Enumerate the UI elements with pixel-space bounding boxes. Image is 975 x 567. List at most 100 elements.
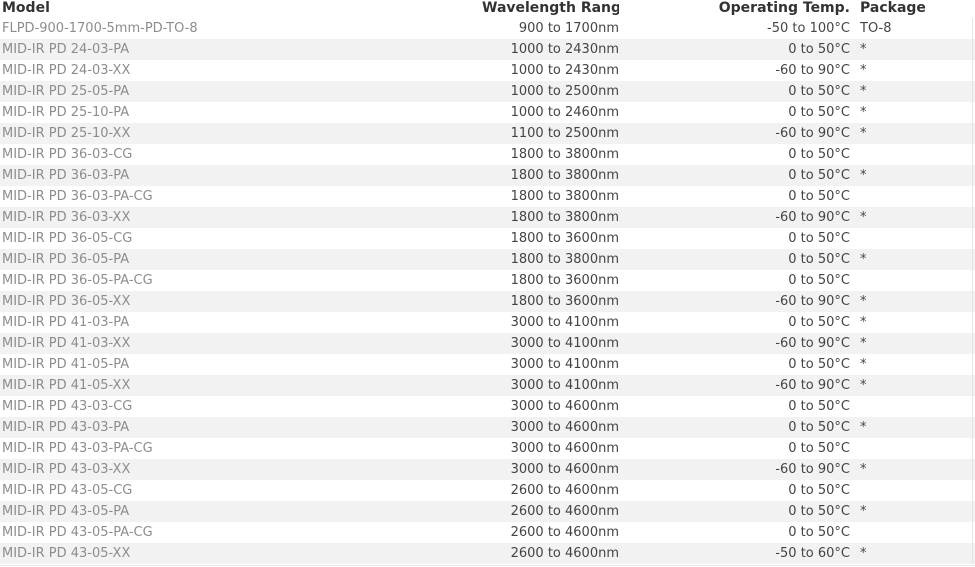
package-cell: * [850,417,975,438]
model-link[interactable]: MID-IR PD 36-05-PA-CG [0,270,482,291]
model-link[interactable]: MID-IR PD 36-03-PA-CG [0,186,482,207]
operating-temp-cell: -60 to 90°C [619,123,850,144]
table-row: MID-IR PD 36-05-PA-CG 1800 to 3600nm 0 to … [0,270,975,291]
header-operating-temp: Operating Temp. [718,0,850,16]
model-link[interactable]: MID-IR PD 43-03-XX [0,459,482,480]
model-link[interactable]: MID-IR PD 41-05-PA [0,354,482,375]
operating-temp-cell: 0 to 50°C [619,228,850,249]
model-link[interactable]: MID-IR PD 41-05-XX [0,375,482,396]
table-row: MID-IR PD 24-03-PA 1000 to 2430nm 0 to 50°… [0,39,975,60]
table-row: MID-IR PD 36-03-CG 1800 to 3800nm 0 to 50°… [0,144,975,165]
package-cell: * [850,165,975,186]
package-cell [850,186,975,207]
package-cell: * [850,39,975,60]
package-cell [850,396,975,417]
model-link[interactable]: MID-IR PD 36-05-CG [0,228,482,249]
package-cell: TO-8 [850,18,975,39]
table-row: MID-IR PD 36-05-PA 1800 to 3800nm 0 to 50°… [0,249,975,270]
operating-temp-cell: -60 to 90°C [619,60,850,81]
operating-temp-cell: -60 to 90°C [619,207,850,228]
wavelength-cell: 900 to 1700nm [482,18,619,39]
model-link[interactable]: MID-IR PD 43-05-PA-CG [0,522,482,543]
wavelength-cell: 1800 to 3800nm [482,165,619,186]
table-row: MID-IR PD 36-05-XX 1800 to 3600nm -60 to 9… [0,291,975,312]
model-link[interactable]: MID-IR PD 41-03-PA [0,312,482,333]
package-cell: * [850,81,975,102]
table-row: MID-IR PD 41-03-PA 3000 to 4100nm 0 to 50°… [0,312,975,333]
table-row: MID-IR PD 36-05-CG 1800 to 3600nm 0 to 50°… [0,228,975,249]
operating-temp-cell: 0 to 50°C [619,39,850,60]
model-link[interactable]: MID-IR PD 36-03-CG [0,144,482,165]
operating-temp-cell: 0 to 50°C [619,522,850,543]
wavelength-cell: 3000 to 4100nm [482,333,619,354]
wavelength-cell: 1800 to 3800nm [482,186,619,207]
package-cell [850,480,975,501]
operating-temp-cell: 0 to 50°C [619,144,850,165]
operating-temp-cell: -50 to 100°C [619,18,850,39]
table-row: MID-IR PD 36-03-PA-CG 1800 to 3800nm 0 to … [0,186,975,207]
table-row: MID-IR PD 43-05-PA-CG 2600 to 4600nm 0 to … [0,522,975,543]
operating-temp-cell: 0 to 50°C [619,480,850,501]
model-link[interactable]: MID-IR PD 36-03-PA [0,165,482,186]
operating-temp-cell: -60 to 90°C [619,459,850,480]
package-cell: * [850,354,975,375]
table-header: Model Wavelength Range Operating Temp. P… [0,0,975,18]
model-link[interactable]: MID-IR PD 43-03-PA [0,417,482,438]
wavelength-cell: 1800 to 3800nm [482,144,619,165]
wavelength-cell: 1800 to 3800nm [482,249,619,270]
operating-temp-cell: 0 to 50°C [619,501,850,522]
package-cell [850,438,975,459]
table-row: MID-IR PD 25-10-XX 1100 to 2500nm -60 to 9… [0,123,975,144]
model-link[interactable]: MID-IR PD 25-05-PA [0,81,482,102]
wavelength-cell: 1000 to 2460nm [482,102,619,123]
operating-temp-cell: 0 to 50°C [619,417,850,438]
operating-temp-cell: -60 to 90°C [619,333,850,354]
operating-temp-cell: -50 to 60°C [619,543,850,564]
table-row: MID-IR PD 41-05-XX 3000 to 4100nm -60 to 9… [0,375,975,396]
wavelength-cell: 3000 to 4600nm [482,438,619,459]
table-row: MID-IR PD 41-05-PA 3000 to 4100nm 0 to 50°… [0,354,975,375]
model-link[interactable]: MID-IR PD 41-03-XX [0,333,482,354]
model-link[interactable]: MID-IR PD 36-05-XX [0,291,482,312]
edge-line [972,18,973,564]
model-link[interactable]: MID-IR PD 43-05-XX [0,543,482,564]
wavelength-cell: 3000 to 4100nm [482,312,619,333]
model-link[interactable]: MID-IR PD 24-03-PA [0,39,482,60]
operating-temp-cell: 0 to 50°C [619,438,850,459]
wavelength-cell: 1100 to 2500nm [482,123,619,144]
table-row: FLPD-900-1700-5mm-PD-TO-8 900 to 1700nm -5… [0,18,975,39]
model-link[interactable]: MID-IR PD 36-05-PA [0,249,482,270]
package-cell [850,522,975,543]
package-cell: * [850,459,975,480]
wavelength-cell: 3000 to 4100nm [482,354,619,375]
table-row: MID-IR PD 25-10-PA 1000 to 2460nm 0 to 50°… [0,102,975,123]
operating-temp-cell: 0 to 50°C [619,102,850,123]
table-row: MID-IR PD 43-03-CG 3000 to 4600nm 0 to 50°… [0,396,975,417]
operating-temp-cell: 0 to 50°C [619,186,850,207]
table-row: MID-IR PD 43-03-PA 3000 to 4600nm 0 to 50°… [0,417,975,438]
model-link[interactable]: MID-IR PD 36-03-XX [0,207,482,228]
product-table: Model Wavelength Range Operating Temp. P… [0,0,975,564]
model-link[interactable]: MID-IR PD 43-05-PA [0,501,482,522]
package-cell: * [850,207,975,228]
model-link[interactable]: MID-IR PD 25-10-PA [0,102,482,123]
operating-temp-cell: 0 to 50°C [619,165,850,186]
wavelength-cell: 1800 to 3600nm [482,270,619,291]
model-link[interactable]: MID-IR PD 43-03-PA-CG [0,438,482,459]
bottom-line [0,565,975,566]
package-cell: * [850,312,975,333]
header-model: Model [2,0,50,16]
wavelength-cell: 1800 to 3600nm [482,291,619,312]
model-link[interactable]: MID-IR PD 24-03-XX [0,60,482,81]
model-link[interactable]: MID-IR PD 25-10-XX [0,123,482,144]
wavelength-cell: 1000 to 2500nm [482,81,619,102]
model-link[interactable]: MID-IR PD 43-03-CG [0,396,482,417]
package-cell: * [850,375,975,396]
model-link[interactable]: FLPD-900-1700-5mm-PD-TO-8 [0,18,482,39]
operating-temp-cell: 0 to 50°C [619,249,850,270]
wavelength-cell: 3000 to 4100nm [482,375,619,396]
wavelength-cell: 1800 to 3600nm [482,228,619,249]
model-link[interactable]: MID-IR PD 43-05-CG [0,480,482,501]
wavelength-cell: 1000 to 2430nm [482,39,619,60]
table-row: MID-IR PD 43-05-CG 2600 to 4600nm 0 to 50°… [0,480,975,501]
